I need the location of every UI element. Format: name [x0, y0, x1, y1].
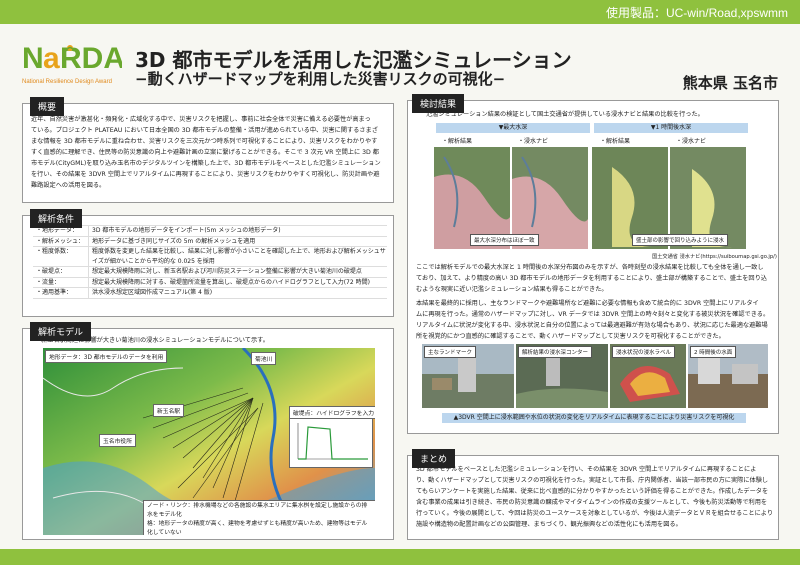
conditions-section: ・地形データ： 3D 都市モデルの地形データをインポート(5m メッシュの地形デー… [22, 215, 394, 317]
city-name: 熊本県 玉名市 [682, 74, 778, 92]
para-line: ており、加えて、より精度の高い 3D 都市モデルの地形データを利用することにより… [416, 275, 767, 282]
node-link-note: ノード・リンク：排水機場などの各施設の集水エリアに集水桝を設定し施設からの排水を… [143, 500, 375, 535]
overview-heading: 概要 [30, 97, 65, 116]
navi-label-1: ・浸水ナビ [518, 138, 549, 145]
bottom-banner [0, 549, 800, 565]
analysis-label-1: ・解析結果 [442, 138, 473, 145]
condition-key: ・解析メッシュ： [36, 237, 85, 245]
overview-line: まな情報を 3D 都市モデルに重ね合わせ、災害リスクを三次元かつ時系列で可視化す… [31, 138, 378, 145]
condition-value: 想定最大規模降雨に対し、新玉名駅および河川防災ステーション整備に影響が大きい菊池… [88, 267, 387, 277]
summary-text: 3D 都市モデルをベースとした氾濫シミュレーションを行い、その結果を 3DVR … [416, 464, 776, 530]
model-map: 地形データ：3D 都市モデルのデータを利用 菊池川 破堤点：ハイドログラフを入力… [43, 348, 375, 535]
conditions-heading: 解析条件 [30, 209, 83, 228]
condition-value: 3D 都市モデルの地形データをインポート(5m メッシュの地形データ) [88, 226, 387, 236]
summary-section: 3D 都市モデルをベースとした氾濫シミュレーションを行い、その結果を 3DVR … [407, 455, 779, 540]
overview-line: すく直感的に理解でき、住民等の防災意識の向上や避難計画の立案に繋げることができる… [31, 149, 379, 156]
model-heading: 解析モデル [30, 322, 92, 341]
vr-landmark-image: 主なランドマーク [422, 344, 514, 408]
cityhall-label: 玉名市役所 [99, 434, 136, 447]
condition-key: ・破堤点： [36, 268, 67, 275]
hydrograph-graphic [297, 423, 368, 460]
summary-line: 3D 都市モデルをベースとした氾濫シミュレーションを行い、その結果を 3DVR … [416, 466, 757, 473]
svg-text:a: a [43, 42, 60, 74]
overview-line: 市モデル(CityGML)を取り込み玉名市のデジタルツインを構築した上で、3D … [31, 160, 381, 167]
results-intro: 氾濫シミュレーション結果の検証として国土交通省が提供している浸水ナビと結果の比較… [426, 111, 704, 118]
narda-logo-mark: N a RDA [22, 42, 125, 75]
condition-key: ・適用基準： [36, 289, 73, 296]
para-line: 本結果を最終的に採用し、主なランドマークや避難場所など避難に必要な情報も含めて統… [416, 300, 759, 307]
model-section: 新玉名駅周辺に影響が大きい菊池川の浸水シミュレーションモデルについて示す。 地形… [22, 328, 394, 540]
software-label: 使用製品：UC-win/Road,xpswmm [605, 6, 788, 20]
condition-row: ・粗度係数： 粗度係数を変更した結果を比較し、結果に対し影響が小さいことを確認した… [33, 247, 387, 267]
summary-line: 施設や構造物の配置計画などの公園管理、まちづくり、観光振興などの活性化にも活用を… [416, 521, 682, 528]
summary-line: 行っていく。今後の展開として、今回は防災のユースケースを対象としているが、今後は… [416, 510, 774, 517]
navi-label-2: ・浸水ナビ [676, 138, 707, 145]
vr-caption: ▲3DVR 空間上に浸水範囲や水位の状況の変化をリアルタイムに表現することにより… [442, 413, 746, 423]
overview-text: 近年、自然災害が激甚化・頻発化・広域化する中で、災害リスクを把握し、事前に社会全… [31, 114, 391, 191]
note-line: ノード・リンク：排水機場などの各施設の集水エリアに集水桝を設定し施設からの排水を… [147, 503, 368, 518]
para-line: 所を視覚的にかつ直感的に確認することで、動くハザードマップとして災害リスクを可視… [416, 333, 725, 340]
condition-key: ・粗度係数： [36, 248, 73, 255]
overview-line: を行い、その結果を 3DVR 空間上でリアルタイムに再現することにより、災害リス… [31, 171, 380, 178]
one-hour-caption: 盛土部の影響で回り込みように浸水 [632, 234, 729, 246]
condition-value: 地形データに基づき同じサイズの 5m の解析メッシュを適用 [88, 236, 387, 246]
terrain-label: 地形データ：3D 都市モデルのデータを利用 [45, 350, 168, 363]
vr-water-image: 2 時間後の水面 [688, 344, 768, 408]
source-note: 国土交通省 浸水ナビ(https://suiboumap.gsi.go.jp/) [652, 254, 777, 260]
summary-line: てもらいアンケートを実施した結果、従来に比べ直感的に分かりやすかったという評価を… [416, 488, 769, 495]
para-line: リアルタイムに状況が変化する中、浸水状況と自分の位置によっては最適避難が有効な場… [416, 322, 768, 329]
results-para2: 本結果を最終的に採用し、主なランドマークや避難場所など避難に必要な情報も含めて統… [416, 298, 776, 342]
overview-line: ている。プロジェクト PLATEAU において日本全国の 3D 都市モデルの整備… [31, 127, 378, 134]
narda-logo: N a RDA National Resilience Design Award [22, 42, 125, 85]
condition-row: ・流量： 想定最大規模降雨に対する、破堤箇所流量を算出し、破堤点からのハイドログラ… [33, 277, 387, 288]
note-line: 格：地形データの精度が高く、建物を考慮せずとも精度が高いため、建物等はモデル化し… [147, 521, 368, 535]
top-banner: 使用製品：UC-win/Road,xpswmm [0, 0, 800, 24]
condition-row: ・破堤点： 想定最大規模降雨に対し、新玉名駅および河川防災ステーション整備に影響が… [33, 267, 387, 278]
hydrograph-chart [289, 418, 373, 468]
max-depth-caption: 最大水深分布はほぼ一致 [470, 234, 539, 246]
vr-label-image: 浸水状況の浸水ラベル [610, 344, 686, 408]
summary-heading: まとめ [412, 449, 456, 468]
condition-row: ・適用基準： 洪水浸水想定区域図作成マニュアル(第 4 版) [33, 288, 387, 299]
overview-section: 近年、自然災害が激甚化・頻発化・広域化する中で、災害リスクを把握し、事前に社会全… [22, 103, 394, 203]
logo-subtitle: National Resilience Design Award [22, 79, 112, 85]
flood-label-label: 浸水状況の浸水ラベル [612, 346, 676, 358]
summary-line: 含む事業の成果は引き続き、市民の防災意識の醸成やマイタイムラインの作成の支援ツー… [416, 499, 768, 506]
vr-contour-image: 解析結果の浸水深コンター [516, 344, 608, 408]
results-heading: 検討結果 [412, 94, 465, 113]
overview-line: 難路設定への活用を図る。 [31, 182, 106, 189]
condition-key: ・流量： [36, 278, 61, 286]
river-label: 菊池川 [251, 352, 277, 365]
one-hour-depth-title: ▼1 時間後水深 [594, 123, 748, 133]
results-section: 氾濫シミュレーション結果の検証として国土交通省が提供している浸水ナビと結果の比較… [407, 100, 779, 434]
landmark-label: 主なランドマーク [424, 346, 477, 358]
analysis-label-2: ・解析結果 [600, 138, 631, 145]
para-line: ムに再現を行った。通常のハザードマップに対し、VR データでは 3DVR 空間上… [416, 311, 770, 318]
page-subtitle: −動くハザードマップを利用した災害リスクの可視化− [135, 70, 506, 88]
overview-line: 近年、自然災害が激甚化・頻発化・広域化する中で、災害リスクを把握し、事前に社会全… [31, 116, 371, 123]
para-line: ここでは解析モデルでの最大水深と 1 時間後の水深分布図のみを示すが、各時刻型の… [416, 264, 764, 271]
water-surface-label: 2 時間後の水面 [690, 346, 737, 358]
condition-row: ・解析メッシュ： 地形データに基づき同じサイズの 5m の解析メッシュを適用 [33, 236, 387, 247]
condition-value: 想定最大規模降雨に対する、破堤箇所流量を算出し、破堤点からのハイドログラフとして… [88, 277, 387, 287]
summary-line: り、動くハザードマップとして災害リスクの可視化を行った。実証として市長、庁内関係… [416, 477, 769, 484]
station-label: 新玉名駅 [153, 404, 185, 417]
para-line: むような現実に近い氾濫シミュレーション結果も得ることができた。 [416, 286, 608, 293]
condition-row: ・地形データ： 3D 都市モデルの地形データをインポート(5m メッシュの地形デー… [33, 226, 387, 237]
svg-text:N: N [22, 42, 44, 74]
condition-value: 粗度係数を変更した結果を比較し、結果に対し影響が小さいことを確認した上で、地形お… [88, 247, 387, 266]
contour-label: 解析結果の浸水深コンター [518, 346, 593, 358]
conditions-table: ・地形データ： 3D 都市モデルの地形データをインポート(5m メッシュの地形デー… [33, 225, 387, 299]
results-para1: ここでは解析モデルでの最大水深と 1 時間後の水深分布図のみを示すが、各時刻型の… [416, 262, 776, 295]
condition-value: 洪水浸水想定区域図作成マニュアル(第 4 版) [88, 288, 387, 298]
max-depth-title: ▼最大水深 [436, 123, 590, 133]
